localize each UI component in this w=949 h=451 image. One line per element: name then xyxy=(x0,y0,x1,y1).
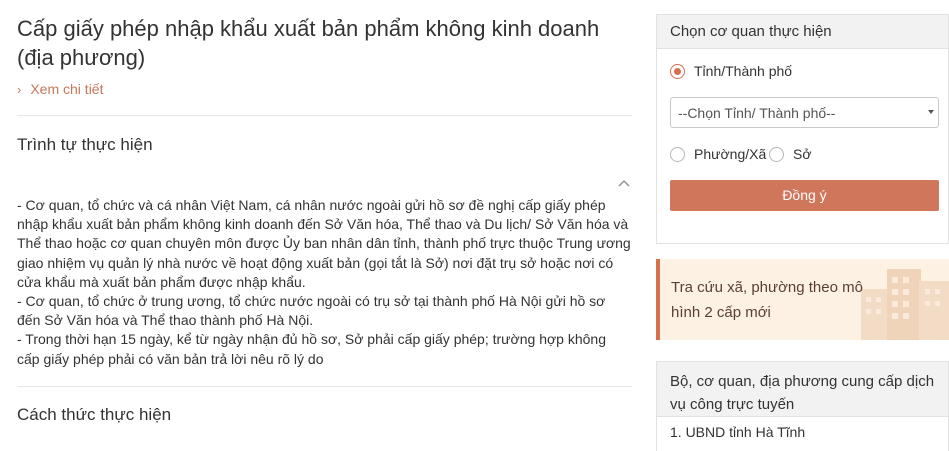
radio-province[interactable]: Tỉnh/Thành phố xyxy=(670,63,792,79)
province-select-value: --Chọn Tỉnh/ Thành phố-- xyxy=(678,105,836,121)
procedure-paragraph: - Cơ quan, tổ chức và cá nhân Việt Nam, … xyxy=(17,197,631,290)
main-content: Cấp giấy phép nhập khẩu xuất bản phẩm kh… xyxy=(17,0,632,451)
divider xyxy=(17,115,632,116)
view-details-link[interactable]: › Xem chi tiết xyxy=(17,81,103,97)
agree-button[interactable]: Đồng ý xyxy=(670,180,939,211)
province-select[interactable]: --Chọn Tỉnh/ Thành phố-- xyxy=(670,97,939,128)
chevron-up-icon[interactable] xyxy=(616,176,632,192)
radio-ward-label: Phường/Xã xyxy=(694,146,767,162)
provider-item[interactable]: 1. UBND tỉnh Hà Tĩnh xyxy=(657,417,948,447)
radio-department-label: Sở xyxy=(793,146,812,162)
agency-select-panel: Chọn cơ quan thực hiện Tỉnh/Thành phố --… xyxy=(656,14,949,244)
caret-down-icon xyxy=(928,110,934,114)
ward-lookup-banner[interactable]: Tra cứu xã, phường theo mô hình 2 cấp mớ… xyxy=(656,259,949,340)
sidebar: Chọn cơ quan thực hiện Tỉnh/Thành phố --… xyxy=(656,0,949,451)
radio-ward[interactable]: Phường/Xã xyxy=(670,146,766,162)
chevron-right-icon: › xyxy=(17,81,22,97)
radio-button[interactable] xyxy=(769,146,784,162)
agency-panel-title: Chọn cơ quan thực hiện xyxy=(657,15,948,49)
providers-panel: Bộ, cơ quan, địa phương cung cấp dịch vụ… xyxy=(656,361,949,451)
divider xyxy=(17,386,632,387)
view-details-label: Xem chi tiết xyxy=(30,81,104,97)
procedure-paragraph: - Trong thời hạn 15 ngày, kể từ ngày nhậ… xyxy=(17,331,606,367)
radio-province-label: Tỉnh/Thành phố xyxy=(694,63,793,79)
radio-button[interactable] xyxy=(670,63,685,79)
radio-button[interactable] xyxy=(670,146,685,162)
providers-panel-title: Bộ, cơ quan, địa phương cung cấp dịch vụ… xyxy=(657,362,948,417)
page-title: Cấp giấy phép nhập khẩu xuất bản phẩm kh… xyxy=(17,16,600,70)
banner-text: Tra cứu xã, phường theo mô hình 2 cấp mớ… xyxy=(671,279,863,321)
section-title-method[interactable]: Cách thức thực hiện xyxy=(17,405,171,425)
section-title-procedure[interactable]: Trình tự thực hiện xyxy=(17,135,153,155)
radio-department[interactable]: Sở xyxy=(769,146,812,162)
procedure-content: - Cơ quan, tổ chức và cá nhân Việt Nam, … xyxy=(17,196,632,369)
procedure-paragraph: - Cơ quan, tổ chức ở trung ương, tổ chức… xyxy=(17,293,606,329)
